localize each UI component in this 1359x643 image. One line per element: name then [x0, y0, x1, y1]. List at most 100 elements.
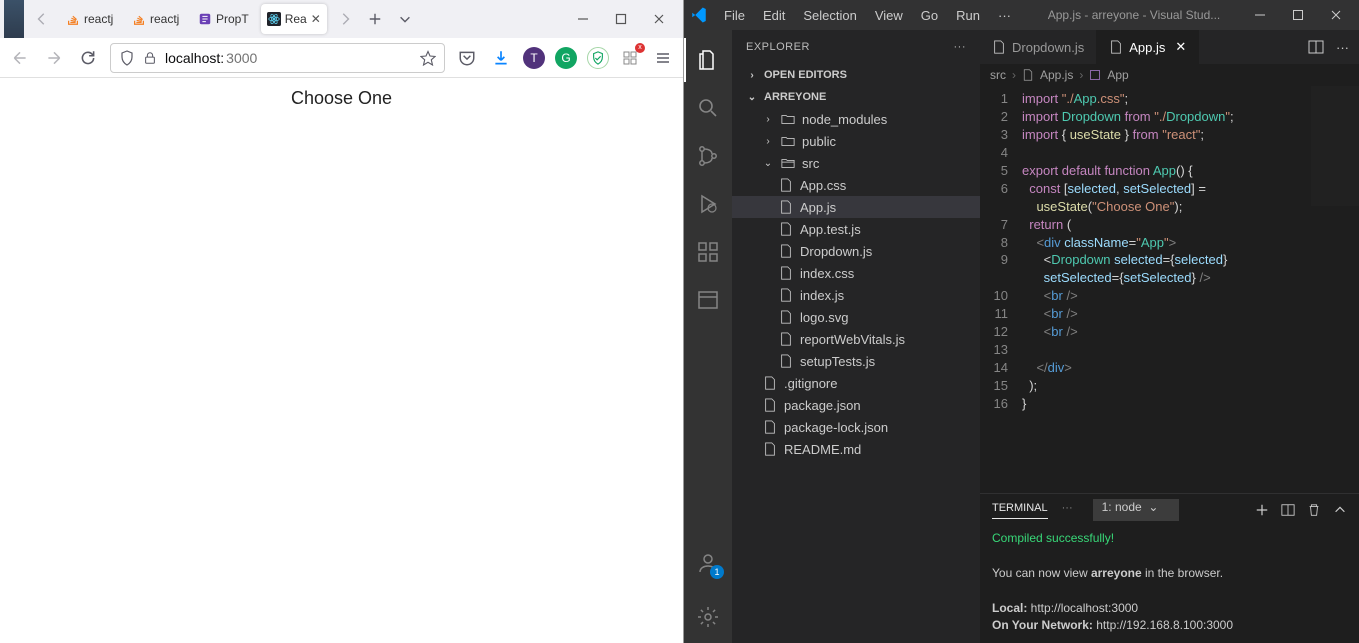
menu-go[interactable]: Go: [913, 8, 946, 23]
open-editors-section[interactable]: ›OPEN EDITORS: [732, 64, 980, 86]
file-icon: [778, 199, 794, 215]
file-icon: [778, 353, 794, 369]
extension-b-icon[interactable]: G: [555, 47, 577, 69]
file-icon: [1022, 69, 1034, 81]
split-terminal-icon[interactable]: [1281, 503, 1295, 517]
browser-tab-active[interactable]: Rea ✕: [261, 4, 327, 34]
terminal-tab[interactable]: TERMINAL: [992, 502, 1048, 519]
folder-node-modules[interactable]: ›node_modules: [732, 108, 980, 130]
back-icon[interactable]: [8, 46, 32, 70]
maximize-panel-icon[interactable]: [1333, 503, 1347, 517]
file-app-js[interactable]: App.js: [732, 196, 980, 218]
file-index-css[interactable]: index.css: [732, 262, 980, 284]
maximize-icon[interactable]: [1287, 4, 1309, 26]
close-tab-icon[interactable]: ✕: [311, 12, 321, 26]
kill-terminal-icon[interactable]: [1307, 503, 1321, 517]
menu-file[interactable]: File: [716, 8, 753, 23]
breadcrumbs[interactable]: src› App.js› App: [980, 64, 1359, 86]
source-control-icon[interactable]: [684, 134, 732, 178]
notification-badge: x: [635, 43, 645, 53]
reload-icon[interactable]: [76, 46, 100, 70]
terminal-select[interactable]: 1: node ⌄: [1093, 499, 1180, 521]
desktop-edge: [4, 0, 24, 38]
file-index-js[interactable]: index.js: [732, 284, 980, 306]
tab-label: reactj: [84, 12, 113, 26]
download-icon[interactable]: [489, 46, 513, 70]
browser-tab[interactable]: PropT: [192, 4, 255, 34]
folder-src[interactable]: ⌄src: [732, 152, 980, 174]
file-icon: [778, 309, 794, 325]
menu-edit[interactable]: Edit: [755, 8, 793, 23]
explorer-icon[interactable]: [684, 38, 732, 82]
editor-tab-appjs[interactable]: App.js ✕: [1097, 30, 1199, 64]
file-setuptests[interactable]: setupTests.js: [732, 350, 980, 372]
file-icon: [778, 265, 794, 281]
editor-area: Dropdown.js App.js ✕ ··· src› App: [980, 30, 1359, 643]
code-editor[interactable]: 123456 789 10111213141516 import "./App.…: [980, 86, 1359, 493]
pocket-icon[interactable]: [455, 46, 479, 70]
file-logo-svg[interactable]: logo.svg: [732, 306, 980, 328]
browser-viewport: Choose One: [0, 78, 683, 643]
menu-icon[interactable]: [651, 46, 675, 70]
tab-back-icon[interactable]: [30, 7, 54, 31]
project-section[interactable]: ⌄ARREYONE: [732, 86, 980, 108]
extension-d-icon[interactable]: x: [619, 47, 641, 69]
tabs-dropdown-icon[interactable]: [393, 7, 417, 31]
file-app-test[interactable]: App.test.js: [732, 218, 980, 240]
file-icon: [762, 397, 778, 413]
browser-tab[interactable]: reactj: [60, 4, 120, 34]
explorer-more-icon[interactable]: ···: [954, 41, 967, 53]
menu-more[interactable]: ···: [990, 8, 1019, 23]
maximize-icon[interactable]: [611, 9, 631, 29]
file-icon: [778, 177, 794, 193]
close-window-icon[interactable]: [649, 9, 669, 29]
lock-icon: [143, 51, 157, 65]
split-editor-icon[interactable]: [1308, 39, 1324, 55]
tab-forward-icon[interactable]: [333, 7, 357, 31]
debug-icon[interactable]: [684, 182, 732, 226]
file-package-json[interactable]: package.json: [732, 394, 980, 416]
react-icon: [267, 12, 281, 26]
panel-more-icon[interactable]: ···: [1062, 502, 1073, 518]
bookmark-icon[interactable]: [420, 50, 436, 66]
forward-icon[interactable]: [42, 46, 66, 70]
extensions-icon[interactable]: [684, 230, 732, 274]
new-tab-icon[interactable]: [363, 7, 387, 31]
minimize-icon[interactable]: [573, 9, 593, 29]
new-terminal-icon[interactable]: [1255, 503, 1269, 517]
browser-tab[interactable]: reactj: [126, 4, 186, 34]
settings-icon[interactable]: [684, 595, 732, 639]
browser-tab-strip: reactj reactj PropT Rea ✕: [0, 0, 683, 38]
minimize-icon[interactable]: [1249, 4, 1271, 26]
dropdown-placeholder[interactable]: Choose One: [291, 88, 392, 643]
more-editor-icon[interactable]: ···: [1336, 40, 1349, 55]
menu-view[interactable]: View: [867, 8, 911, 23]
file-reportwebvitals[interactable]: reportWebVitals.js: [732, 328, 980, 350]
file-icon: [992, 40, 1006, 54]
folder-public[interactable]: ›public: [732, 130, 980, 152]
file-package-lock[interactable]: package-lock.json: [732, 416, 980, 438]
minimap[interactable]: [1311, 86, 1359, 206]
layout-icon[interactable]: [684, 278, 732, 322]
file-dropdown-js[interactable]: Dropdown.js: [732, 240, 980, 262]
browser-toolbar: localhost:3000 T G x: [0, 38, 683, 78]
search-icon[interactable]: [684, 86, 732, 130]
extension-c-icon[interactable]: [587, 47, 609, 69]
url-bar[interactable]: localhost:3000: [110, 43, 445, 73]
file-app-css[interactable]: App.css: [732, 174, 980, 196]
extension-a-icon[interactable]: T: [523, 47, 545, 69]
explorer-sidebar: EXPLORER ··· ›OPEN EDITORS ⌄ARREYONE ›no…: [732, 30, 980, 643]
editor-tab-dropdown[interactable]: Dropdown.js: [980, 30, 1097, 64]
close-icon[interactable]: [1325, 4, 1347, 26]
accounts-icon[interactable]: 1: [684, 541, 732, 585]
terminal-output[interactable]: Compiled successfully! You can now view …: [980, 526, 1359, 643]
code-content[interactable]: import "./App.css";import Dropdown from …: [1016, 86, 1359, 493]
file-icon: [762, 375, 778, 391]
file-readme[interactable]: README.md: [732, 438, 980, 460]
menu-selection[interactable]: Selection: [795, 8, 864, 23]
menu-run[interactable]: Run: [948, 8, 988, 23]
bottom-panel: TERMINAL ··· 1: node ⌄ Compiled successf…: [980, 493, 1359, 643]
file-gitignore[interactable]: .gitignore: [732, 372, 980, 394]
folder-icon: [780, 133, 796, 149]
close-tab-icon[interactable]: ✕: [1175, 39, 1186, 55]
